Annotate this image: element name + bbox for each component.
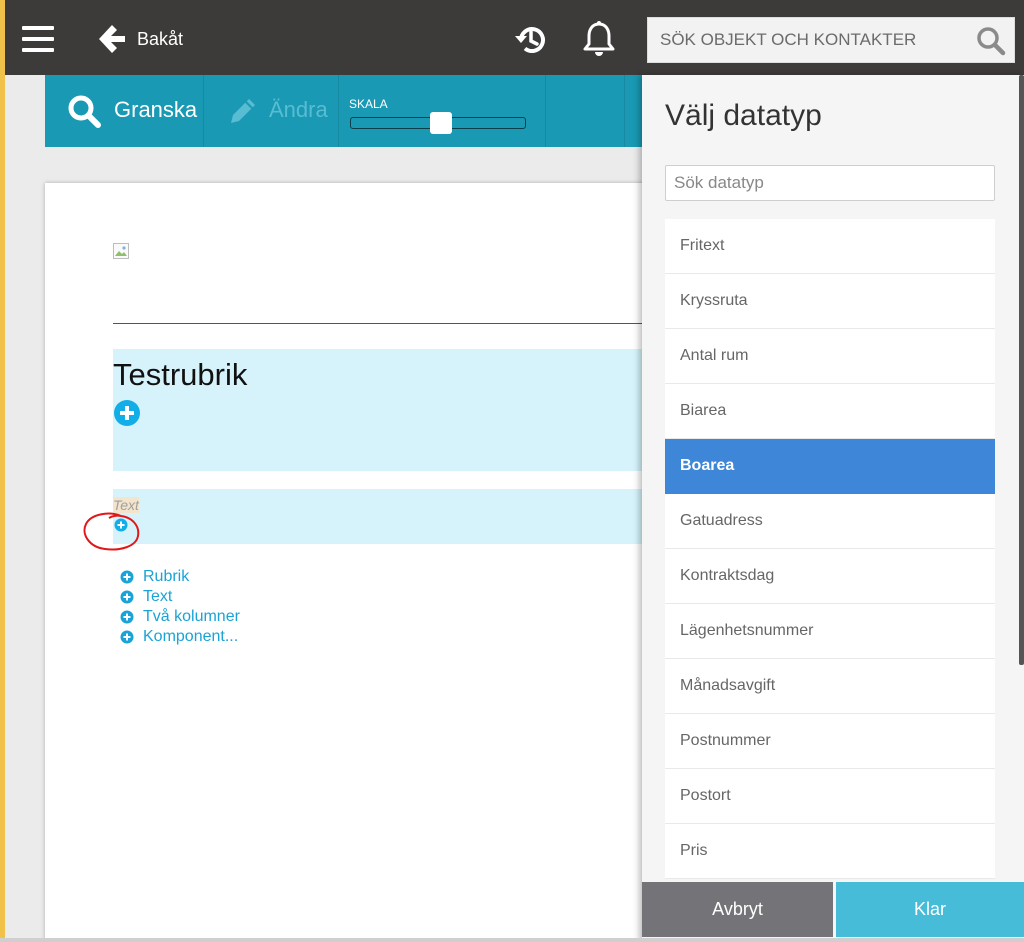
scale-control: SKALA [340,75,546,147]
add-component-option[interactable]: Komponent... [120,627,240,647]
add-content-menu: Rubrik Text Två kolumner Komponent... [120,567,240,647]
content-area: Granska Ändra SKALA Testrubrik Text Rubr… [5,75,642,942]
review-label: Granska [114,97,198,122]
global-search-input[interactable] [648,18,968,62]
datatype-option[interactable]: Fritext [665,219,995,274]
add-option-label: Två kolumner [143,608,240,625]
add-circle-icon [120,590,134,604]
heading-block[interactable]: Testrubrik [113,349,642,471]
back-button[interactable]: Bakåt [95,22,183,56]
edit-toolbar: Granska Ändra SKALA [45,75,642,147]
datatype-option[interactable]: Postnummer [665,714,995,769]
arrow-left-icon [99,25,125,53]
review-button[interactable]: Granska [45,75,204,147]
add-option-label: Text [143,588,173,605]
notifications-button[interactable] [581,20,617,58]
menu-icon[interactable] [22,26,54,52]
add-option-label: Komponent... [143,628,239,645]
window-bottom-edge [0,938,1024,942]
add-circle-icon [120,570,134,584]
history-icon [515,27,545,53]
top-bar: Bakåt [5,0,1024,75]
back-label: Bakåt [137,28,184,49]
search-button[interactable] [976,26,1006,56]
toolbar-empty-slot [547,75,625,147]
scale-slider[interactable] [350,112,526,134]
datatype-option[interactable]: Kontraktsdag [665,549,995,604]
add-two-columns-option[interactable]: Två kolumner [120,607,240,627]
heading-text[interactable]: Testrubrik [113,357,247,393]
pencil-icon [231,99,255,123]
global-search [647,17,1015,63]
add-heading-option[interactable]: Rubrik [120,567,240,587]
broken-image-icon [113,243,129,259]
add-text-option[interactable]: Text [120,587,240,607]
text-placeholder[interactable]: Text [113,497,139,513]
text-block[interactable]: Text [113,489,642,544]
search-icon [977,27,1006,56]
edit-label: Ändra [269,97,328,122]
datatype-option[interactable]: Antal rum [665,329,995,384]
cancel-button[interactable]: Avbryt [642,882,833,937]
document-page: Testrubrik Text Rubrik Text Två kolumner… [45,183,642,942]
history-button[interactable] [513,22,549,58]
add-option-label: Rubrik [143,568,190,585]
datatype-list: Fritext Kryssruta Antal rum Biarea Boare… [665,219,995,879]
edit-button[interactable]: Ändra [205,75,339,147]
bell-icon [583,21,615,56]
add-circle-icon[interactable] [114,518,128,532]
add-circle-icon [120,610,134,624]
datatype-option[interactable]: Kryssruta [665,274,995,329]
scale-label: SKALA [349,97,388,111]
datatype-option[interactable]: Postort [665,769,995,824]
datatype-option[interactable]: Månadsavgift [665,659,995,714]
magnifier-icon [68,95,101,128]
datatype-option[interactable]: Gatuadress [665,494,995,549]
datatype-option[interactable]: Pris [665,824,995,879]
panel-title: Välj datatyp [665,99,822,132]
datatype-search-input[interactable] [665,165,995,201]
scale-slider-thumb[interactable] [430,112,453,134]
done-button[interactable]: Klar [836,882,1024,937]
datatype-option[interactable]: Lägenhetsnummer [665,604,995,659]
panel-scrollbar[interactable] [1019,75,1024,665]
datatype-option[interactable]: Biarea [665,384,995,439]
datatype-option[interactable]: Boarea [665,439,995,494]
add-circle-icon [120,630,134,644]
add-circle-icon[interactable] [113,399,141,427]
divider [113,323,642,324]
datatype-panel: Välj datatyp Fritext Kryssruta Antal rum… [642,75,1024,942]
